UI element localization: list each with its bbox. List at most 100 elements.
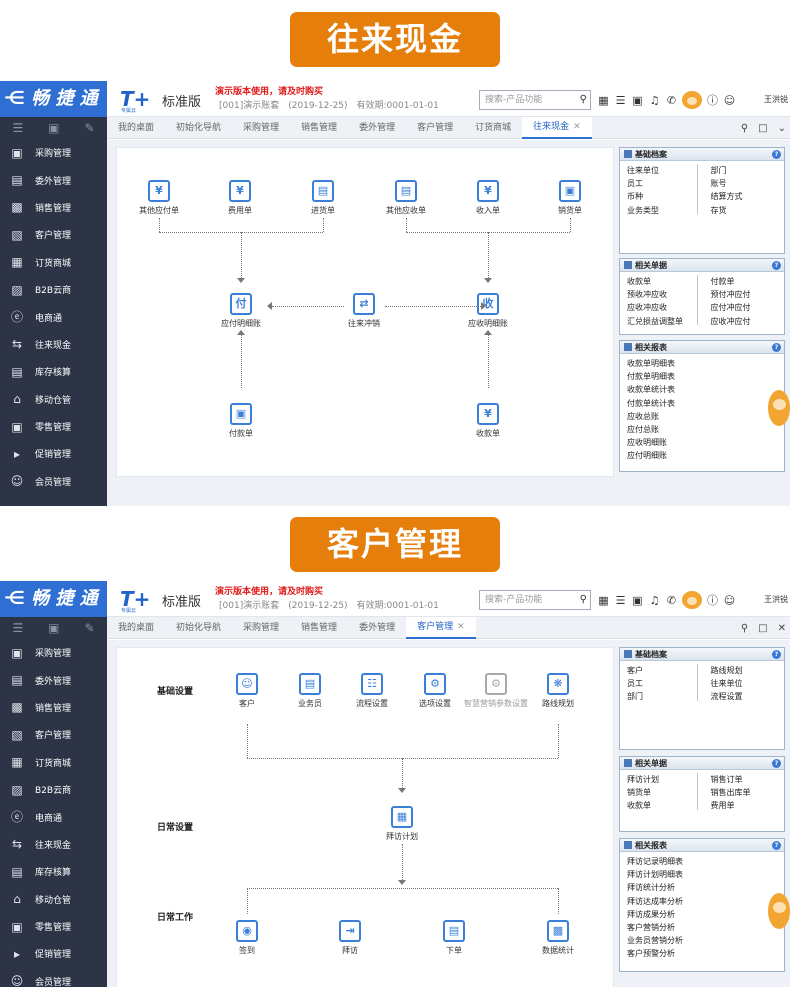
tab-purchase[interactable]: 采购管理: [232, 617, 290, 639]
panel-link[interactable]: 拜访记录明细表: [627, 855, 784, 868]
panel-link[interactable]: 应收冲应付: [711, 315, 785, 328]
node-order[interactable]: ▤ 下单: [422, 920, 486, 956]
panel-link[interactable]: 应付明细账: [627, 449, 784, 462]
sidebar-item-purchase[interactable]: ▣ 采购管理: [0, 139, 107, 166]
tab-purchase[interactable]: 采购管理: [232, 117, 290, 139]
panel-link[interactable]: 业务类型: [627, 204, 701, 217]
panel-link[interactable]: 付款单: [711, 275, 785, 288]
node-visit-plan[interactable]: ▦ 拜访计划: [370, 806, 434, 842]
demo-notice[interactable]: 演示版本使用，请及时购买: [215, 584, 323, 597]
node-other-receivable[interactable]: ▤ 其他应收单: [374, 180, 438, 216]
menu-icon[interactable]: ☰: [12, 621, 23, 635]
panel-link[interactable]: 客户: [627, 664, 701, 677]
panel-link[interactable]: 拜访达成率分析: [627, 895, 784, 908]
chevron-down-icon[interactable]: ⌄: [778, 123, 786, 134]
help-icon[interactable]: ?: [772, 841, 781, 850]
search-input[interactable]: 搜索-产品功能 ⚲: [479, 90, 591, 110]
sidebar-item-mobile[interactable]: ⌂ 移动仓管: [0, 386, 107, 413]
panel-link[interactable]: 部门: [711, 164, 785, 177]
sidebar-item-inventory[interactable]: ▤ 库存核算: [0, 358, 107, 385]
phone-icon[interactable]: ✆: [665, 94, 678, 107]
node-flow-settings[interactable]: ☷ 流程设置: [340, 673, 404, 709]
panel-link[interactable]: 应付冲应付: [711, 301, 785, 314]
node-receipt[interactable]: ¥ 收款单: [456, 403, 520, 439]
panel-link[interactable]: 存货: [711, 204, 785, 217]
sidebar-item-promo[interactable]: ▸ 促销管理: [0, 940, 107, 967]
node-visit[interactable]: ⇥ 拜访: [318, 920, 382, 956]
tab-cash[interactable]: 往来现金 ✕: [522, 116, 592, 139]
bell-icon[interactable]: ♫: [648, 94, 661, 107]
help-icon[interactable]: ?: [772, 150, 781, 159]
panel-link[interactable]: 拜访计划: [627, 773, 701, 786]
node-income[interactable]: ¥ 收入单: [456, 180, 520, 216]
sidebar-item-b2b[interactable]: ▨ B2B云商: [0, 776, 107, 803]
node-receivable-detail[interactable]: 收应收明细账: [456, 293, 520, 329]
search-input[interactable]: 搜索-产品功能 ⚲: [479, 590, 591, 610]
node-offset[interactable]: ⇄ 往来冲销: [332, 293, 396, 329]
sidebar-item-customer[interactable]: ▧ 客户管理: [0, 721, 107, 748]
grid-icon[interactable]: ▣: [48, 121, 59, 135]
panel-link[interactable]: 拜访成果分析: [627, 908, 784, 921]
menu-icon[interactable]: ☰: [12, 121, 23, 135]
sidebar-item-mall[interactable]: ▦ 订货商城: [0, 249, 107, 276]
node-expense[interactable]: ¥ 费用单: [208, 180, 272, 216]
search-icon[interactable]: ⚲: [741, 623, 748, 634]
panel-link[interactable]: 销货单: [627, 786, 701, 799]
brand-logo[interactable]: ⋲ 畅 捷 通: [0, 81, 107, 117]
sidebar-item-cash[interactable]: ⇆ 往来现金: [0, 831, 107, 858]
panel-link[interactable]: 应付总账: [627, 423, 784, 436]
tab-sales[interactable]: 销售管理: [290, 117, 348, 139]
user-icon[interactable]: ☺: [723, 94, 736, 107]
sidebar-item-sales[interactable]: ▩ 销售管理: [0, 694, 107, 721]
help-icon[interactable]: ⓘ: [706, 92, 719, 108]
panel-link[interactable]: 员工: [627, 677, 701, 690]
panel-link[interactable]: 应收明细账: [627, 436, 784, 449]
close-icon[interactable]: ✕: [457, 622, 465, 632]
search-icon[interactable]: ⚲: [580, 594, 587, 605]
node-payment[interactable]: ▣ 付款单: [209, 403, 273, 439]
tab-customer[interactable]: 客户管理: [406, 117, 464, 139]
panel-link[interactable]: 往来单位: [627, 164, 701, 177]
panel-link[interactable]: 付款单统计表: [627, 397, 784, 410]
panel-link[interactable]: 应收冲应收: [627, 301, 701, 314]
panel-link[interactable]: 客户预警分析: [627, 947, 784, 960]
sidebar-item-mobile[interactable]: ⌂ 移动仓管: [0, 886, 107, 913]
demo-notice[interactable]: 演示版本使用，请及时购买: [215, 84, 323, 97]
panel-link[interactable]: 收款单统计表: [627, 383, 784, 396]
node-smart-marketing[interactable]: ⚙ 智慧营销参数设置: [464, 673, 528, 709]
tab-outsource[interactable]: 委外管理: [348, 117, 406, 139]
search-icon[interactable]: ⚲: [580, 94, 587, 105]
panel-link[interactable]: 员工: [627, 177, 701, 190]
panel-link[interactable]: 拜访统计分析: [627, 881, 784, 894]
search-icon[interactable]: ⚲: [741, 123, 748, 134]
task-icon[interactable]: ☰: [614, 594, 627, 607]
panel-link[interactable]: 预付冲应付: [711, 288, 785, 301]
tab-mall[interactable]: 订货商城: [464, 117, 522, 139]
sidebar-item-inventory[interactable]: ▤ 库存核算: [0, 858, 107, 885]
calculator-icon[interactable]: ▦: [597, 94, 610, 107]
calculator-icon[interactable]: ▦: [597, 594, 610, 607]
tab-desktop[interactable]: 我的桌面: [107, 117, 165, 139]
sidebar-item-cash[interactable]: ⇆ 往来现金: [0, 331, 107, 358]
grid-icon[interactable]: ▣: [48, 621, 59, 635]
export-icon[interactable]: ✎: [84, 121, 94, 135]
node-salesman[interactable]: ▤ 业务员: [278, 673, 342, 709]
tab-outsource[interactable]: 委外管理: [348, 617, 406, 639]
user-name[interactable]: 王洪锐: [764, 594, 788, 605]
bell-icon[interactable]: ♫: [648, 594, 661, 607]
panel-link[interactable]: 销售订单: [711, 773, 785, 786]
panel-link[interactable]: 收款单: [627, 275, 701, 288]
panel-link[interactable]: 拜访计划明细表: [627, 868, 784, 881]
panel-link[interactable]: 付款单明细表: [627, 370, 784, 383]
tab-desktop[interactable]: 我的桌面: [107, 617, 165, 639]
node-payable-detail[interactable]: 付应付明细账: [209, 293, 273, 329]
tab-sales[interactable]: 销售管理: [290, 617, 348, 639]
mascot-icon[interactable]: [768, 390, 790, 426]
panel-link[interactable]: 流程设置: [711, 690, 785, 703]
brand-logo[interactable]: ⋲ 畅 捷 通: [0, 581, 107, 617]
node-checkin[interactable]: ◉ 签到: [215, 920, 279, 956]
help-icon[interactable]: ⓘ: [706, 592, 719, 608]
task-icon[interactable]: ☰: [614, 94, 627, 107]
node-purchase[interactable]: ▤ 进货单: [291, 180, 355, 216]
sidebar-item-customer[interactable]: ▧ 客户管理: [0, 221, 107, 248]
